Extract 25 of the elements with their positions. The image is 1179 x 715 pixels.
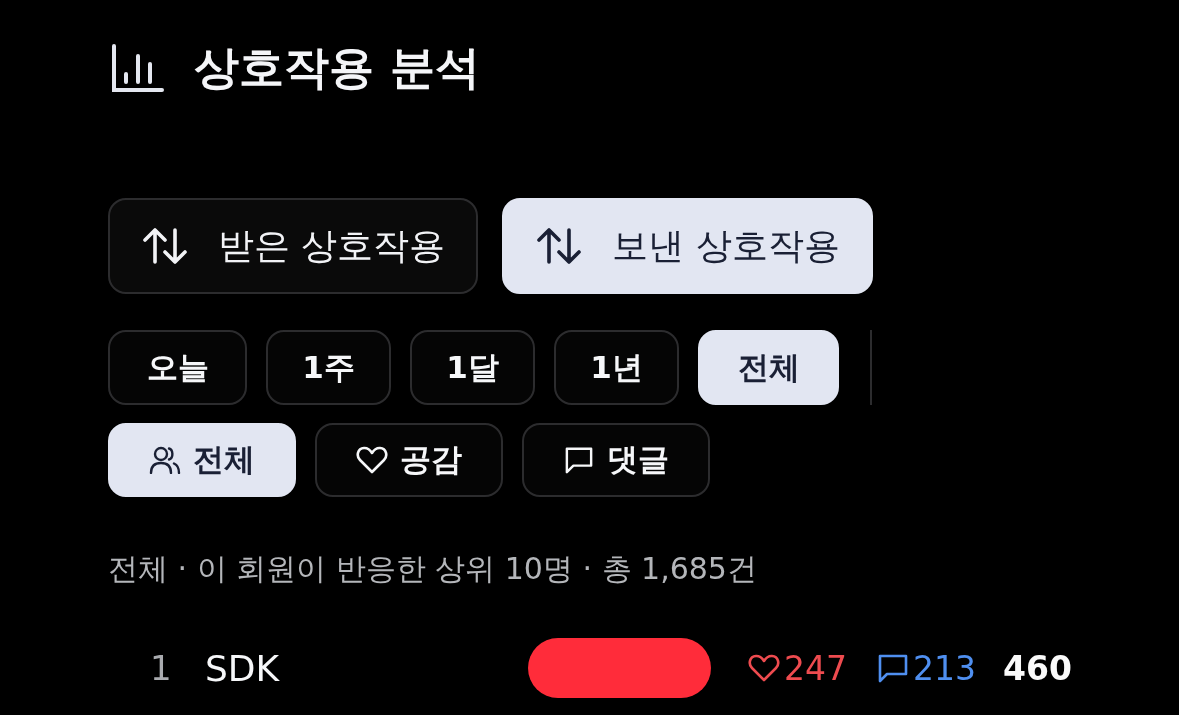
heart-icon (356, 446, 388, 474)
speech-bubble-icon (877, 653, 909, 683)
like-count: 247 (784, 648, 847, 688)
period-chip[interactable]: 오늘 (108, 330, 247, 405)
period-chip[interactable]: 1주 (266, 330, 391, 405)
swap-arrows-icon (537, 228, 582, 264)
type-filter-chip[interactable]: 댓글 (522, 423, 710, 497)
type-filter-chip[interactable]: 전체 (108, 423, 296, 497)
people-icon (149, 446, 181, 474)
comment-count: 213 (913, 648, 976, 688)
direction-tab[interactable]: 받은 상호작용 (108, 198, 479, 294)
rank-number: 1 (150, 648, 173, 688)
speech-bubble-icon (563, 446, 595, 474)
direction-tab[interactable]: 보낸 상호작용 (502, 198, 873, 294)
total-count: 460 (1003, 648, 1072, 688)
period-chip[interactable]: 전체 (698, 330, 839, 405)
page-title: 상호작용 분석 (194, 40, 480, 96)
type-filter-chip[interactable]: 공감 (315, 423, 503, 497)
swap-arrows-icon (143, 228, 187, 264)
member-name: SDK (205, 647, 281, 689)
summary-text: 전체 · 이 회원이 반응한 상위 10명 · 총 1,685건 (108, 551, 757, 587)
heart-icon (748, 653, 780, 683)
period-chip[interactable]: 1년 (554, 330, 679, 405)
period-chip[interactable]: 1달 (410, 330, 535, 405)
bar-chart-icon (112, 44, 164, 92)
